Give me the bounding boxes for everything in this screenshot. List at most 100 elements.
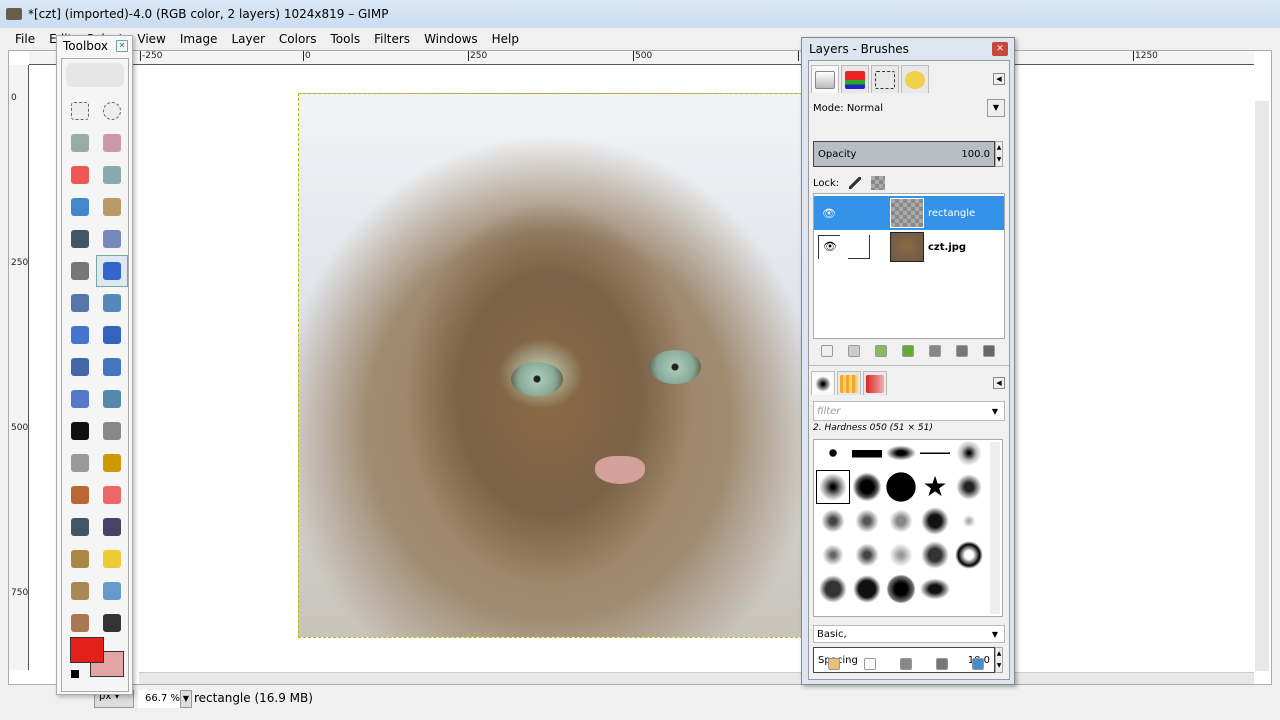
brush-item[interactable] [918, 440, 952, 470]
brush-item[interactable] [816, 504, 850, 538]
brush-item[interactable] [918, 538, 952, 572]
tool-color-balance[interactable] [96, 415, 128, 447]
menu-tools[interactable]: Tools [324, 29, 368, 49]
brush-item[interactable] [816, 440, 850, 470]
tool-blur[interactable] [96, 607, 128, 639]
tool-rotate[interactable] [64, 319, 96, 351]
layer-row-czt[interactable]: 👁 czt.jpg [814, 230, 1004, 264]
tool-clone[interactable] [64, 543, 96, 575]
brush-item[interactable] [952, 440, 986, 470]
tool-perspective-clone[interactable] [64, 575, 96, 607]
default-colors-icon[interactable] [70, 669, 80, 679]
mode-value[interactable]: Normal [847, 103, 883, 114]
tab-channels[interactable] [841, 65, 869, 93]
tool-heal[interactable] [96, 543, 128, 575]
tool-flip[interactable] [64, 383, 96, 415]
brush-item[interactable] [884, 440, 918, 470]
brush-item[interactable] [952, 470, 986, 504]
vertical-scrollbar[interactable] [1255, 101, 1269, 671]
duplicate-layer-icon[interactable] [929, 345, 942, 357]
layer-name[interactable]: czt.jpg [928, 242, 966, 253]
tool-shear[interactable] [64, 351, 96, 383]
edit-brush-icon[interactable] [828, 658, 840, 670]
tool-text[interactable] [64, 415, 96, 447]
filter-dropdown-icon[interactable]: ▼ [992, 407, 998, 416]
horizontal-scrollbar[interactable] [139, 672, 1254, 684]
tool-smudge[interactable] [96, 575, 128, 607]
tool-move[interactable] [96, 255, 128, 287]
menu-windows[interactable]: Windows [417, 29, 485, 49]
brush-grid[interactable]: ★ [813, 439, 1003, 617]
mode-dropdown-button[interactable]: ▼ [987, 99, 1005, 117]
layer-row-rectangle[interactable]: 👁 rectangle [814, 196, 1004, 230]
menu-filters[interactable]: Filters [367, 29, 417, 49]
tool-paintbrush[interactable] [64, 479, 96, 511]
duplicate-brush-icon[interactable] [900, 658, 912, 670]
lock-pixels-icon[interactable] [849, 177, 862, 189]
tool-foreground-select[interactable] [64, 191, 96, 223]
menu-layer[interactable]: Layer [224, 29, 271, 49]
opacity-spinner[interactable]: ▲ ▼ [995, 141, 1003, 167]
tool-scissors[interactable] [96, 159, 128, 191]
tool-color-picker[interactable] [64, 223, 96, 255]
tool-perspective[interactable] [96, 351, 128, 383]
tool-cage[interactable] [96, 383, 128, 415]
visibility-eye-icon[interactable]: 👁 [818, 235, 840, 259]
brush-scrollbar[interactable] [990, 442, 1000, 614]
tool-dodge-burn[interactable] [64, 607, 96, 639]
visibility-eye-icon[interactable]: 👁 [822, 207, 836, 220]
dock-close-button[interactable]: ✕ [992, 42, 1008, 56]
tab-paths[interactable] [871, 65, 899, 93]
tool-pencil[interactable] [96, 447, 128, 479]
tab-undo-history[interactable] [901, 65, 929, 93]
brush-item[interactable] [816, 470, 850, 504]
lock-alpha-icon[interactable] [871, 176, 886, 190]
tab-gradients[interactable] [863, 371, 887, 395]
cat-image[interactable] [298, 93, 808, 638]
new-layer-group-icon[interactable] [847, 345, 860, 357]
tool-scale[interactable] [96, 319, 128, 351]
brush-item[interactable] [816, 538, 850, 572]
tool-align[interactable] [64, 287, 96, 319]
brush-item[interactable] [816, 572, 850, 606]
tab-layers[interactable] [811, 65, 839, 93]
menu-help[interactable]: Help [485, 29, 526, 49]
delete-brush-icon[interactable] [936, 658, 948, 670]
brush-item[interactable] [850, 572, 884, 606]
brush-set-dropdown-icon[interactable]: ▼ [992, 630, 998, 639]
tool-crop[interactable] [96, 287, 128, 319]
brush-item[interactable] [884, 470, 918, 504]
brush-item[interactable] [850, 504, 884, 538]
tool-measure[interactable] [64, 255, 96, 287]
menu-view[interactable]: View [130, 29, 172, 49]
brush-item[interactable] [850, 440, 884, 470]
zoom-dropdown-button[interactable]: ▼ [180, 690, 192, 708]
menu-image[interactable]: Image [173, 29, 225, 49]
menu-file[interactable]: File [8, 29, 42, 49]
tool-ellipse-select[interactable] [96, 95, 128, 127]
tab-menu-button[interactable]: ◀ [993, 73, 1005, 85]
spacing-spinner[interactable]: ▲ ▼ [995, 647, 1003, 673]
opacity-slider[interactable]: Opacity 100.0 [813, 141, 995, 167]
tool-free-select[interactable] [64, 127, 96, 159]
raise-layer-icon[interactable] [874, 345, 887, 357]
brush-item[interactable] [918, 572, 952, 606]
tool-paths[interactable] [96, 191, 128, 223]
tool-eraser[interactable] [96, 479, 128, 511]
brush-item[interactable] [952, 504, 986, 538]
toolbox-close-button[interactable]: ✕ [116, 40, 128, 52]
brush-item[interactable]: ★ [918, 470, 952, 504]
delete-layer-icon[interactable] [983, 345, 996, 357]
tool-fuzzy-select[interactable] [96, 127, 128, 159]
tool-rect-select[interactable] [64, 95, 96, 127]
brush-item[interactable] [884, 504, 918, 538]
tool-zoom[interactable] [96, 223, 128, 255]
tool-airbrush[interactable] [64, 511, 96, 543]
tool-color-select[interactable] [64, 159, 96, 191]
brush-filter-input[interactable]: filter [814, 406, 840, 417]
layer-name[interactable]: rectangle [928, 208, 975, 219]
lower-layer-icon[interactable] [901, 345, 914, 357]
tab-brushes[interactable] [811, 371, 835, 395]
tab-patterns[interactable] [837, 371, 861, 395]
chain-toggle[interactable] [848, 235, 870, 259]
